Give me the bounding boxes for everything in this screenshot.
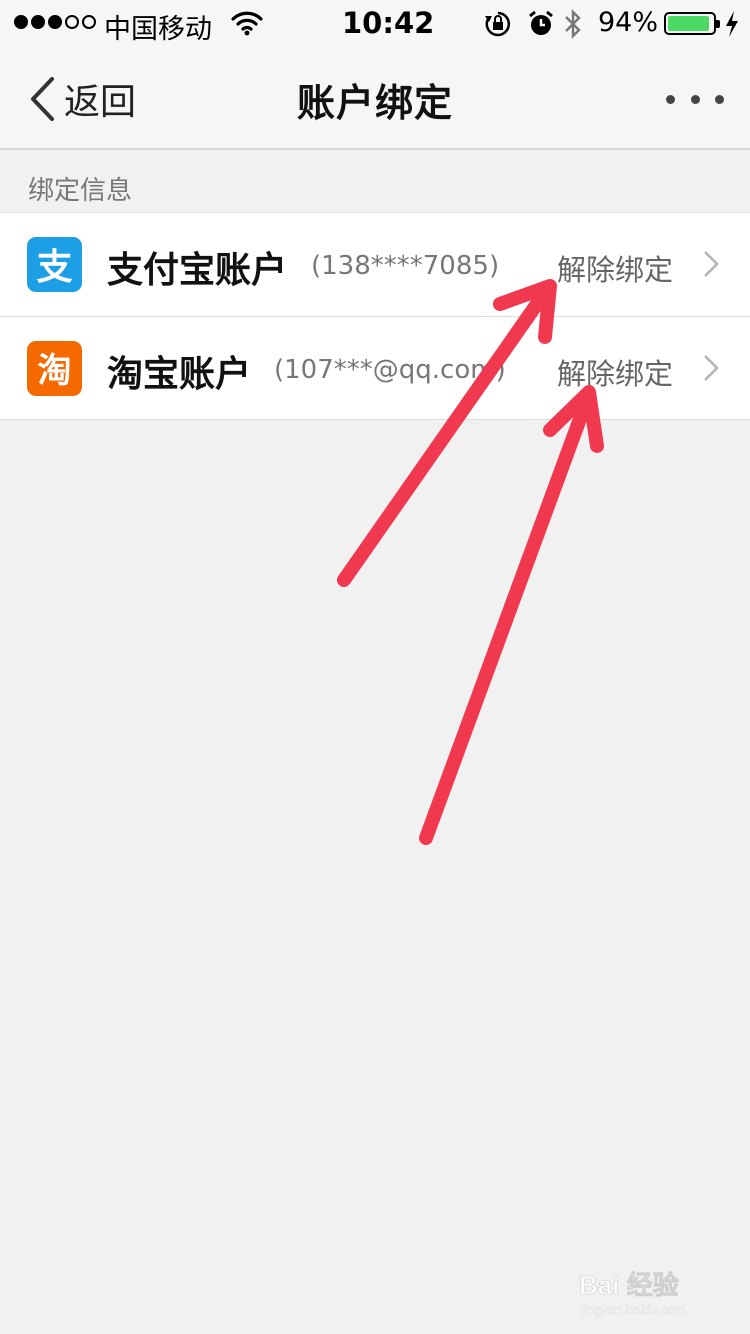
svg-text:jingyan.baidu.com: jingyan.baidu.com — [580, 1302, 686, 1317]
signal-strength-icon — [14, 15, 96, 29]
arrow-icon — [419, 390, 595, 845]
more-options-button[interactable] — [666, 88, 724, 110]
chevron-right-icon — [704, 251, 719, 277]
account-name: 支付宝账户 — [107, 250, 288, 291]
bound-accounts-list: 支 支付宝账户 (138****7085) 解除绑定 淘 淘宝账户 (107**… — [0, 212, 750, 420]
battery-percent: 94% — [598, 7, 659, 38]
status-time: 10:42 — [342, 6, 435, 40]
chevron-right-icon — [704, 355, 719, 381]
taobao-glyph: 淘 — [38, 351, 72, 391]
dot-icon — [690, 94, 700, 104]
battery-icon — [664, 12, 720, 35]
account-name: 淘宝账户 — [107, 354, 252, 395]
svg-text:Bai 经验: Bai 经验 — [579, 1270, 679, 1300]
alipay-icon: 支 — [27, 237, 82, 292]
list-item-taobao[interactable]: 淘 淘宝账户 (107***@qq.com) 解除绑定 — [0, 316, 750, 419]
account-masked-id: (138****7085) — [311, 251, 500, 281]
charging-icon — [726, 11, 738, 37]
carrier-name: 中国移动 — [104, 14, 212, 45]
unbind-button[interactable]: 解除绑定 — [557, 247, 673, 289]
alarm-icon — [529, 10, 553, 35]
bluetooth-icon — [565, 9, 581, 39]
baidu-jingyan-watermark: Bai 经验 jingyan.baidu.com — [579, 1270, 686, 1317]
alipay-glyph: 支 — [36, 247, 72, 288]
account-masked-id: (107***@qq.com) — [274, 355, 506, 385]
page-title: 账户绑定 — [296, 81, 453, 125]
rotation-lock-icon — [485, 11, 511, 37]
dot-icon — [715, 94, 724, 104]
status-bar: 中国移动 10:42 94% — [0, 0, 750, 48]
wifi-icon — [231, 11, 263, 36]
unbind-button[interactable]: 解除绑定 — [557, 351, 673, 393]
navigation-bar: 返回 账户绑定 — [0, 48, 750, 150]
list-item-alipay[interactable]: 支 支付宝账户 (138****7085) 解除绑定 — [0, 213, 750, 316]
dot-icon — [666, 94, 675, 104]
section-header: 绑定信息 — [28, 176, 133, 206]
taobao-icon: 淘 — [27, 341, 82, 396]
